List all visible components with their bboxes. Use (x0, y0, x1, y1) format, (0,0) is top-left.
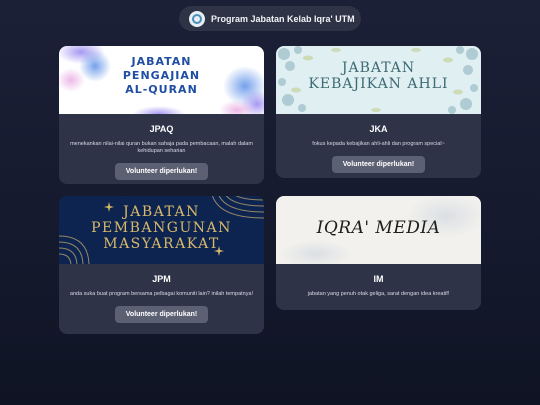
im-banner: IQRA' MEDIA (276, 196, 481, 264)
banner-line: MASYARAKAT (103, 236, 220, 252)
banner-line: JABATAN (131, 55, 192, 68)
banner-line: PEMBANGUNAN (91, 220, 232, 236)
card-im: IQRA' MEDIA IM jabatan yang penuh otak g… (276, 196, 481, 310)
banner-line: KEBAJIKAN AHLI (308, 76, 449, 92)
page-title: Program Jabatan Kelab Iqra' UTM (211, 13, 355, 24)
banner-line: PENGAJIAN (122, 69, 201, 82)
volunteer-button[interactable]: Volunteer diperlukan! (114, 306, 209, 323)
card-description: menekankan nilai-nilai quran bukan sahaj… (70, 141, 253, 154)
banner-line: JABATAN (341, 60, 416, 76)
iqra-logo-icon (189, 10, 205, 27)
card-jka: JABATAN KEBAJIKAN AHLI JKA fokus kepada … (276, 46, 481, 178)
volunteer-button[interactable]: Volunteer diperlukan! (331, 156, 426, 173)
card-code: JPAQ (149, 124, 174, 134)
jka-banner-title: JABATAN KEBAJIKAN AHLI (276, 60, 481, 92)
card-code: JPM (152, 274, 171, 284)
card-description: anda suka buat program bersama pelbagai … (69, 291, 254, 297)
banner-line: AL-QURAN (125, 83, 198, 96)
page-header: Program Jabatan Kelab Iqra' UTM (179, 6, 361, 31)
banner-line: JABATAN (123, 204, 200, 220)
jpaq-banner: JABATAN PENGAJIAN AL-QURAN (59, 46, 264, 114)
card-description: fokus kepada kebajikan ahli-ahli dan pro… (312, 141, 445, 147)
jpm-banner-title: JABATAN PEMBANGUNAN MASYARAKAT (59, 204, 264, 252)
card-description: jabatan yang penuh otak geliga, sarat de… (307, 291, 450, 297)
card-code: JKA (369, 124, 388, 134)
card-code: IM (373, 274, 384, 284)
jka-banner: JABATAN KEBAJIKAN AHLI (276, 46, 481, 114)
jpm-banner: JABATAN PEMBANGUNAN MASYARAKAT (59, 196, 264, 264)
volunteer-button[interactable]: Volunteer diperlukan! (114, 163, 209, 180)
im-banner-title: IQRA' MEDIA (316, 218, 441, 238)
card-jpaq: JABATAN PENGAJIAN AL-QURAN JPAQ menekank… (59, 46, 264, 184)
jpaq-banner-title: JABATAN PENGAJIAN AL-QURAN (59, 55, 264, 97)
card-jpm: JABATAN PEMBANGUNAN MASYARAKAT JPM anda … (59, 196, 264, 334)
